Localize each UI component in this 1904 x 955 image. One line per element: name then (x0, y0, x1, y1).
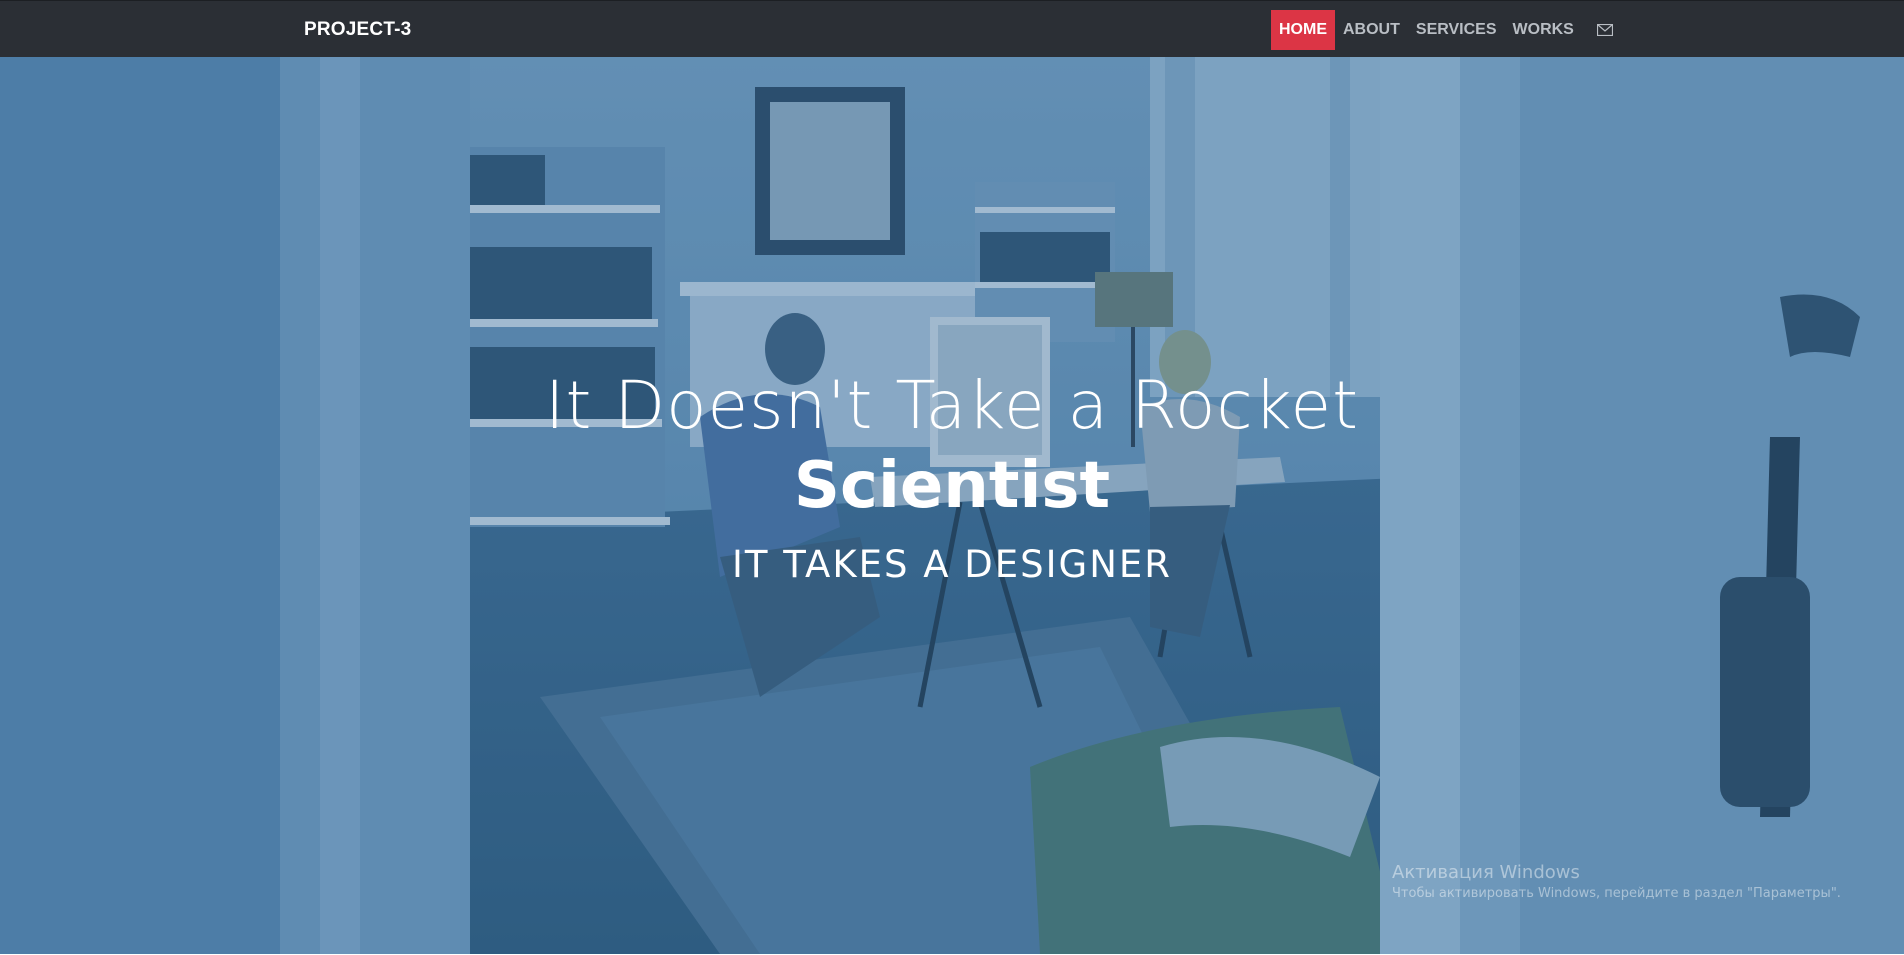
nav-item-home[interactable]: HOME (1271, 10, 1335, 50)
mail-icon[interactable] (1596, 10, 1614, 50)
hero-tagline: IT TAKES A DESIGNER (732, 543, 1172, 586)
windows-activation-title: Активация Windows (1392, 862, 1580, 883)
windows-activation-subtitle: Чтобы активировать Windows, перейдите в … (1392, 886, 1841, 901)
nav-item-about[interactable]: ABOUT (1335, 10, 1408, 50)
hero-headline-bold: Scientist (793, 449, 1111, 523)
hero-section: It Doesn't Take a Rocket Scientist IT TA… (0, 57, 1904, 954)
nav-item-services[interactable]: SERVICES (1408, 10, 1505, 50)
main-nav: HOME ABOUT SERVICES WORKS (1271, 10, 1614, 50)
hero-headline: It Doesn't Take a Rocket (545, 367, 1359, 444)
brand-logo[interactable]: PROJECT-3 (304, 19, 411, 41)
nav-item-works[interactable]: WORKS (1505, 10, 1582, 50)
top-navbar: PROJECT-3 HOME ABOUT SERVICES WORKS (0, 0, 1904, 57)
